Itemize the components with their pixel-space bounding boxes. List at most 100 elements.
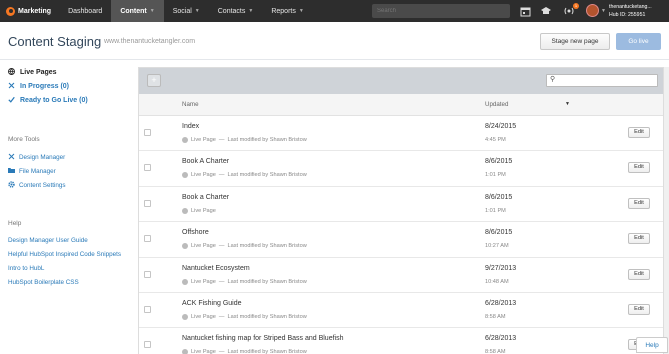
- row-updated-date: 8/6/2015: [485, 229, 513, 237]
- globe-icon: [8, 68, 17, 77]
- row-status: Live Page: [191, 137, 216, 143]
- table-row[interactable]: Offshore Live Page — Last modified by Sha…: [139, 222, 663, 258]
- live-status-dot-icon: [182, 172, 188, 179]
- chevron-down-icon: ▼: [298, 8, 304, 14]
- row-status: Live Page: [191, 172, 216, 179]
- row-page-name[interactable]: Nantucket Ecosystem: [182, 265, 250, 272]
- live-status-dot-icon: [182, 349, 188, 354]
- table-row[interactable]: Nantucket fishing map for Striped Bass a…: [139, 328, 663, 354]
- row-updated-date: 8/6/2015: [485, 158, 513, 166]
- row-modified: Last modified by Shawn Bristow: [227, 172, 307, 179]
- row-modified: Last modified by Shawn Bristow: [227, 137, 307, 143]
- row-checkbox[interactable]: [144, 235, 151, 243]
- pages-table-panel: + ⚲ Name Updated ▼ Index Live Page — Last…: [138, 67, 664, 354]
- edit-button[interactable]: Edit: [628, 268, 650, 280]
- row-meta: Live Page — Last modified by Shawn Bristo…: [182, 172, 307, 179]
- nav-social[interactable]: Social ▼: [164, 0, 209, 22]
- table-row[interactable]: Nantucket Ecosystem Live Page — Last modi…: [139, 257, 663, 293]
- nav-dashboard[interactable]: Dashboard: [59, 0, 111, 22]
- row-updated-time: 10:27 AM: [485, 243, 509, 250]
- row-checkbox[interactable]: [144, 341, 151, 349]
- edit-button[interactable]: Edit: [628, 162, 650, 174]
- stage-new-page-button[interactable]: Stage new page: [540, 33, 610, 50]
- avatar[interactable]: [586, 4, 599, 17]
- sidebar-link-content-settings[interactable]: Content Settings: [8, 181, 66, 190]
- table-search-input[interactable]: ⚲: [546, 74, 658, 87]
- go-live-button[interactable]: Go live: [616, 33, 661, 50]
- row-page-name[interactable]: Book a Charter: [182, 194, 229, 201]
- calendar-icon[interactable]: [519, 4, 532, 18]
- help-link-boilerplate-css[interactable]: HubSpot Boilerplate CSS: [8, 279, 79, 286]
- row-page-name[interactable]: ACK Fishing Guide: [182, 300, 242, 307]
- row-meta: Live Page — Last modified by Shawn Bristo…: [182, 243, 307, 250]
- live-status-dot-icon: [182, 278, 188, 285]
- academy-cap-icon[interactable]: [539, 4, 552, 18]
- row-modified: Last modified by Shawn Bristow: [227, 349, 307, 354]
- edit-button[interactable]: Edit: [628, 303, 650, 315]
- sidebar-item-live-pages[interactable]: Live Pages: [8, 68, 57, 77]
- help-link-design-manager-guide[interactable]: Design Manager User Guide: [8, 237, 88, 244]
- row-page-name[interactable]: Index: [182, 123, 199, 130]
- meta-separator: —: [218, 349, 225, 354]
- row-meta: Live Page — Last modified by Shawn Bristo…: [182, 313, 307, 320]
- meta-separator: —: [218, 137, 225, 143]
- table-row[interactable]: Book a Charter Live Page 8/6/2015 1:01 P…: [139, 186, 663, 223]
- table-body: Index Live Page — Last modified by Shawn …: [139, 116, 663, 354]
- nav-contacts[interactable]: Contacts ▼: [209, 0, 263, 22]
- row-meta: Live Page: [182, 207, 216, 214]
- chevron-down-icon: ▼: [248, 8, 254, 14]
- hub-id: Hub ID: 255951: [609, 12, 646, 18]
- gear-icon: [8, 181, 16, 190]
- row-page-name[interactable]: Book A Charter: [182, 158, 229, 165]
- row-page-name[interactable]: Offshore: [182, 229, 209, 236]
- row-modified: Last modified by Shawn Bristow: [227, 278, 307, 285]
- live-status-dot-icon: [182, 313, 188, 320]
- design-icon: [8, 153, 16, 162]
- row-checkbox[interactable]: [144, 129, 151, 136]
- account-menu[interactable]: ▼ thenantucketang... Hub ID: 255951: [601, 3, 652, 19]
- row-status: Live Page: [191, 349, 216, 354]
- row-checkbox[interactable]: [144, 305, 151, 313]
- help-widget-button[interactable]: Help: [636, 337, 668, 353]
- row-updated-time: 1:01 PM: [485, 207, 506, 214]
- edit-button[interactable]: Edit: [628, 197, 650, 209]
- row-modified: Last modified by Shawn Bristow: [227, 313, 307, 320]
- column-header-updated[interactable]: Updated: [485, 101, 508, 108]
- edit-button[interactable]: Edit: [628, 233, 650, 245]
- row-checkbox[interactable]: [144, 199, 151, 207]
- table-row[interactable]: Index Live Page — Last modified by Shawn …: [139, 116, 663, 152]
- row-updated-date: 9/27/2013: [485, 264, 517, 272]
- nav-reports[interactable]: Reports ▼: [262, 0, 312, 22]
- row-checkbox[interactable]: [144, 164, 151, 172]
- live-status-dot-icon: [182, 207, 188, 214]
- global-search-input[interactable]: [372, 4, 510, 18]
- nav-content[interactable]: Content ▼: [111, 0, 164, 22]
- column-header-name[interactable]: Name: [182, 101, 199, 108]
- row-updated-time: 1:01 PM: [485, 172, 506, 179]
- table-row[interactable]: ACK Fishing Guide Live Page — Last modifi…: [139, 292, 663, 329]
- row-checkbox[interactable]: [144, 270, 151, 278]
- sidebar-item-in-progress[interactable]: In Progress (0): [8, 82, 69, 91]
- sidebar-item-ready-to-go-live[interactable]: Ready to Go Live (0): [8, 96, 88, 105]
- sort-desc-icon[interactable]: ▼: [565, 101, 570, 107]
- table-row[interactable]: Book A Charter Live Page — Last modified …: [139, 151, 663, 187]
- page-title: Content Staging: [8, 34, 102, 49]
- account-name: thenantucketang...: [609, 4, 652, 10]
- row-updated-time: 4:45 PM: [485, 137, 506, 143]
- sidebar-link-file-manager[interactable]: File Manager: [8, 167, 56, 175]
- search-icon: ⚲: [550, 76, 556, 83]
- edit-button[interactable]: Edit: [628, 127, 650, 138]
- add-page-button[interactable]: +: [147, 74, 161, 87]
- page-scrollbar[interactable]: [664, 67, 669, 354]
- row-updated-date: 8/6/2015: [485, 193, 513, 201]
- brand-logo[interactable]: Marketing: [0, 0, 59, 22]
- help-link-code-snippets[interactable]: Helpful HubSpot Inspired Code Snippets: [8, 251, 121, 258]
- meta-separator: —: [218, 243, 225, 250]
- live-status-dot-icon: [182, 243, 188, 250]
- chevron-down-icon: ▼: [149, 8, 155, 14]
- help-link-intro-to-hubl[interactable]: Intro to HubL: [8, 265, 44, 272]
- sidebar-link-design-manager[interactable]: Design Manager: [8, 153, 65, 162]
- notification-badge: 1: [573, 3, 579, 9]
- row-page-name[interactable]: Nantucket fishing map for Striped Bass a…: [182, 335, 343, 342]
- folder-icon: [8, 167, 16, 175]
